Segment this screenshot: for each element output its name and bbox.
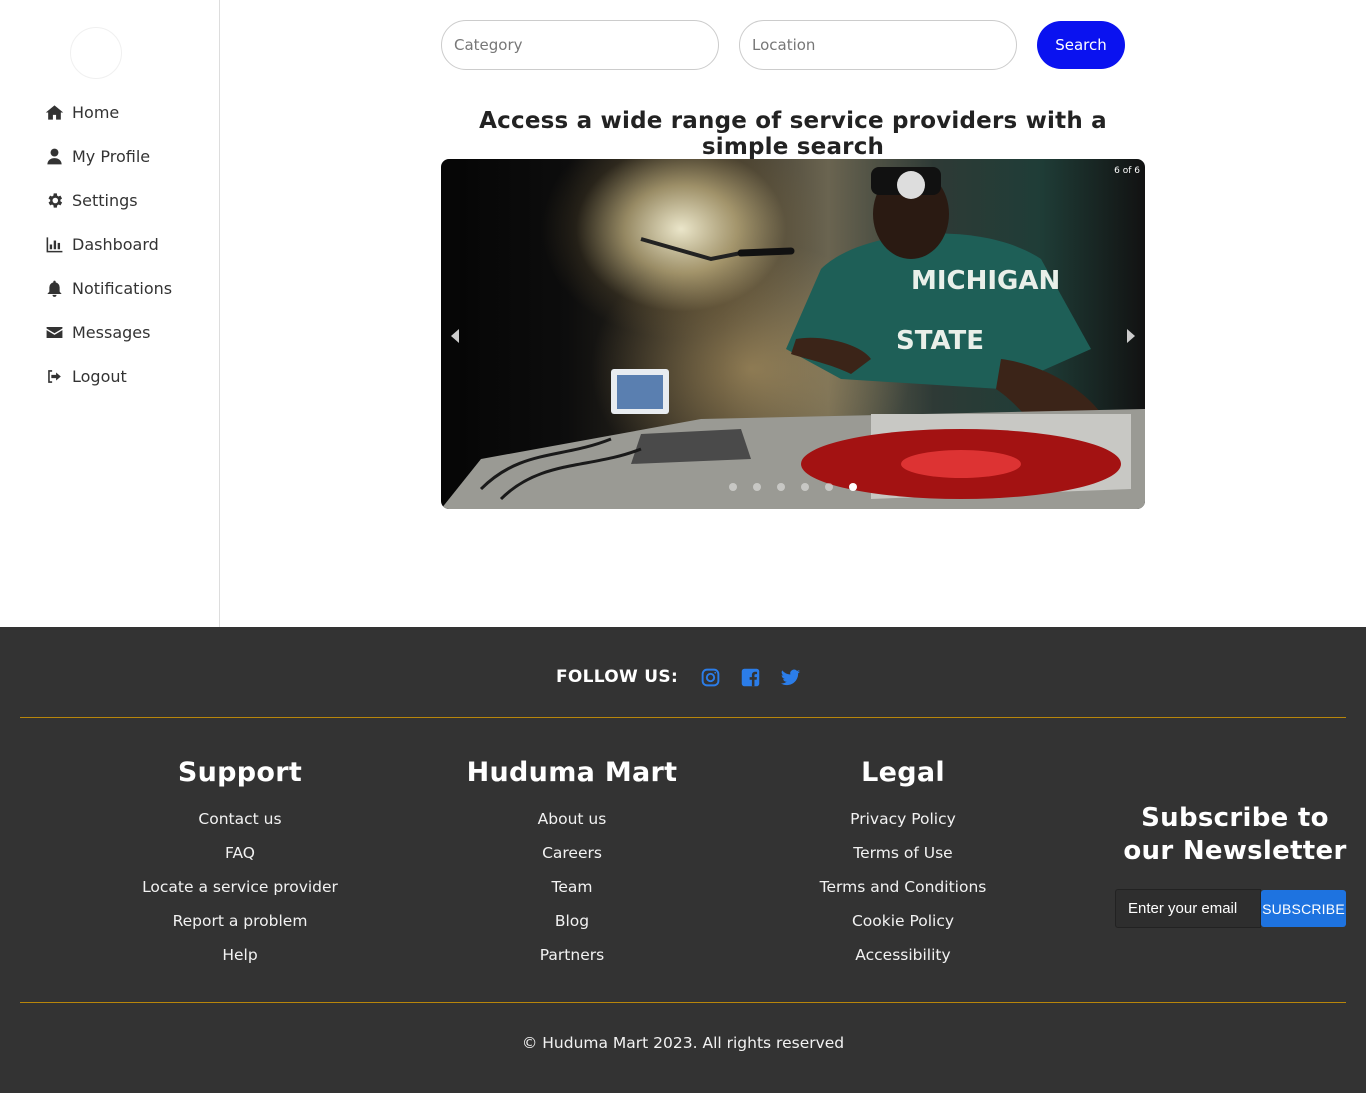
newsletter-form: SUBSCRIBE xyxy=(1115,889,1346,928)
main-content: Search Access a wide range of service pr… xyxy=(220,0,1366,627)
follow-us-label: FOLLOW US: xyxy=(555,667,679,687)
newsletter-email-input[interactable] xyxy=(1115,889,1261,928)
footer-column-support: Support Contact us FAQ Locate a service … xyxy=(140,757,340,972)
sidebar-item-notifications[interactable]: Notifications xyxy=(44,272,172,304)
footer-link-faq[interactable]: FAQ xyxy=(140,836,340,870)
slide-counter: 6 of 6 xyxy=(1114,166,1140,176)
sidebar-item-dashboard[interactable]: Dashboard xyxy=(44,228,172,260)
footer-link-contact-us[interactable]: Contact us xyxy=(140,802,340,836)
footer-link-locate-provider[interactable]: Locate a service provider xyxy=(140,870,340,904)
carousel-dot[interactable] xyxy=(753,483,761,491)
footer-link-terms-of-use[interactable]: Terms of Use xyxy=(803,836,1003,870)
image-carousel[interactable]: MICHIGAN STATE 6 of 6 xyxy=(441,159,1145,509)
gear-icon xyxy=(44,190,64,210)
home-icon xyxy=(44,102,64,122)
sidebar-item-label: Settings xyxy=(72,190,138,210)
carousel-prev-button[interactable] xyxy=(451,329,459,343)
footer-link-partners[interactable]: Partners xyxy=(462,938,682,972)
user-icon xyxy=(44,146,64,166)
carousel-dot[interactable] xyxy=(825,483,833,491)
footer: FOLLOW US: Support Contact us FAQ Locate… xyxy=(0,627,1366,1093)
footer-link-blog[interactable]: Blog xyxy=(462,904,682,938)
sidebar-item-label: Home xyxy=(72,102,120,122)
footer-column-title: Legal xyxy=(861,757,945,788)
logo[interactable] xyxy=(70,27,122,79)
footer-divider xyxy=(20,717,1346,718)
location-input[interactable] xyxy=(739,20,1017,70)
search-button[interactable]: Search xyxy=(1037,21,1125,69)
search-bar: Search xyxy=(441,20,1125,70)
sidebar-item-label: My Profile xyxy=(72,146,151,166)
twitter-icon[interactable] xyxy=(770,665,810,689)
subscribe-button[interactable]: SUBSCRIBE xyxy=(1261,890,1346,927)
footer-link-team[interactable]: Team xyxy=(462,870,682,904)
carousel-dot[interactable] xyxy=(729,483,737,491)
footer-column-legal: Legal Privacy Policy Terms of Use Terms … xyxy=(803,757,1003,972)
follow-us: FOLLOW US: xyxy=(0,665,1366,689)
copyright: © Huduma Mart 2023. All rights reserved xyxy=(521,1034,845,1052)
sidebar-item-logout[interactable]: Logout xyxy=(44,360,172,392)
carousel-next-button[interactable] xyxy=(1127,329,1135,343)
carousel-dot[interactable] xyxy=(801,483,809,491)
footer-link-accessibility[interactable]: Accessibility xyxy=(803,938,1003,972)
page-headline: Access a wide range of service providers… xyxy=(479,108,1107,160)
sidebar-item-my-profile[interactable]: My Profile xyxy=(44,140,172,172)
footer-link-report-problem[interactable]: Report a problem xyxy=(140,904,340,938)
bell-icon xyxy=(44,278,64,298)
svg-text:STATE: STATE xyxy=(896,326,984,356)
chart-icon xyxy=(44,234,64,254)
carousel-dot-active[interactable] xyxy=(849,483,857,491)
sidebar-item-settings[interactable]: Settings xyxy=(44,184,172,216)
category-input[interactable] xyxy=(441,20,719,70)
facebook-icon[interactable] xyxy=(730,665,770,689)
sidebar-item-label: Messages xyxy=(72,322,151,342)
instagram-icon[interactable] xyxy=(690,665,730,689)
footer-column-title: Huduma Mart xyxy=(466,757,678,788)
footer-link-terms-and-conditions[interactable]: Terms and Conditions xyxy=(803,870,1003,904)
carousel-dot[interactable] xyxy=(777,483,785,491)
footer-link-about-us[interactable]: About us xyxy=(462,802,682,836)
footer-link-help[interactable]: Help xyxy=(140,938,340,972)
footer-link-cookie-policy[interactable]: Cookie Policy xyxy=(803,904,1003,938)
envelope-icon xyxy=(44,322,64,342)
footer-link-privacy-policy[interactable]: Privacy Policy xyxy=(803,802,1003,836)
carousel-dots xyxy=(729,483,873,491)
sign-out-icon xyxy=(44,366,64,386)
sidebar-item-label: Logout xyxy=(72,366,127,386)
footer-divider xyxy=(20,1002,1346,1003)
sidebar-item-label: Notifications xyxy=(72,278,173,298)
newsletter: Subscribe to our Newsletter SUBSCRIBE xyxy=(1115,802,1355,928)
footer-column-huduma-mart: Huduma Mart About us Careers Team Blog P… xyxy=(462,757,682,972)
sidebar: Home My Profile Settings Dashboard Notif… xyxy=(0,0,220,627)
sidebar-item-home[interactable]: Home xyxy=(44,96,172,128)
sidebar-item-messages[interactable]: Messages xyxy=(44,316,172,348)
footer-column-title: Support xyxy=(177,757,303,788)
sidebar-nav: Home My Profile Settings Dashboard Notif… xyxy=(44,96,172,404)
sidebar-item-label: Dashboard xyxy=(72,234,159,254)
newsletter-title: Subscribe to our Newsletter xyxy=(1123,803,1347,866)
footer-link-careers[interactable]: Careers xyxy=(462,836,682,870)
carousel-photo: MICHIGAN STATE xyxy=(441,167,1145,509)
svg-text:MICHIGAN: MICHIGAN xyxy=(911,266,1060,296)
